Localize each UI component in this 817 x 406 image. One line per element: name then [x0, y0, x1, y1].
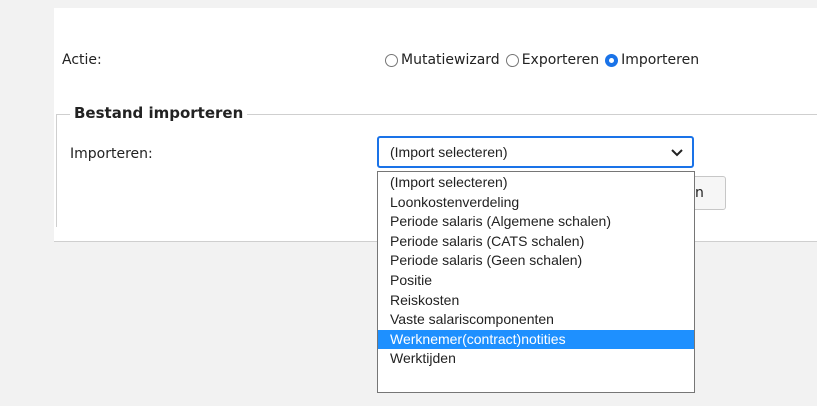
- action-radio-group: Mutatiewizard Exporteren Importeren: [385, 52, 705, 68]
- radio-mutatiewizard[interactable]: Mutatiewizard: [385, 52, 500, 68]
- dropdown-option[interactable]: Werknemer(contract)notities: [378, 329, 694, 350]
- dropdown-option[interactable]: Werktijden: [378, 349, 694, 369]
- radio-button[interactable]: [505, 53, 519, 67]
- import-dropdown-list: (Import selecteren) Loonkostenverdeling Pe…: [377, 171, 695, 393]
- import-field-label: Importeren:: [70, 146, 153, 162]
- radio-button[interactable]: [385, 53, 398, 67]
- dropdown-option[interactable]: Periode salaris (Algemene schalen): [378, 212, 694, 232]
- radio-importeren[interactable]: Importeren: [605, 52, 699, 68]
- dropdown-option[interactable]: (Import selecteren): [378, 173, 694, 193]
- dropdown-option[interactable]: Loonkostenverdeling: [378, 193, 694, 213]
- radio-button-checked[interactable]: [605, 53, 619, 67]
- radio-exporteren[interactable]: Exporteren: [505, 52, 600, 68]
- button-label: n: [695, 185, 704, 201]
- radio-label: Mutatiewizard: [401, 52, 500, 68]
- radio-label: Exporteren: [521, 52, 600, 68]
- dropdown-option[interactable]: Periode salaris (CATS schalen): [378, 232, 694, 252]
- import-select[interactable]: (Import selecteren): [377, 136, 694, 168]
- select-value: (Import selecteren): [390, 144, 508, 160]
- action-label: Actie:: [62, 52, 102, 68]
- dropdown-option[interactable]: Positie: [378, 271, 694, 291]
- dropdown-option[interactable]: Periode salaris (Geen schalen): [378, 251, 694, 271]
- dropdown-option[interactable]: Reiskosten: [378, 291, 694, 311]
- radio-label: Importeren: [621, 52, 700, 68]
- chevron-down-icon: [671, 149, 683, 157]
- fieldset-legend: Bestand importeren: [70, 104, 248, 122]
- dropdown-option[interactable]: Vaste salariscomponenten: [378, 310, 694, 330]
